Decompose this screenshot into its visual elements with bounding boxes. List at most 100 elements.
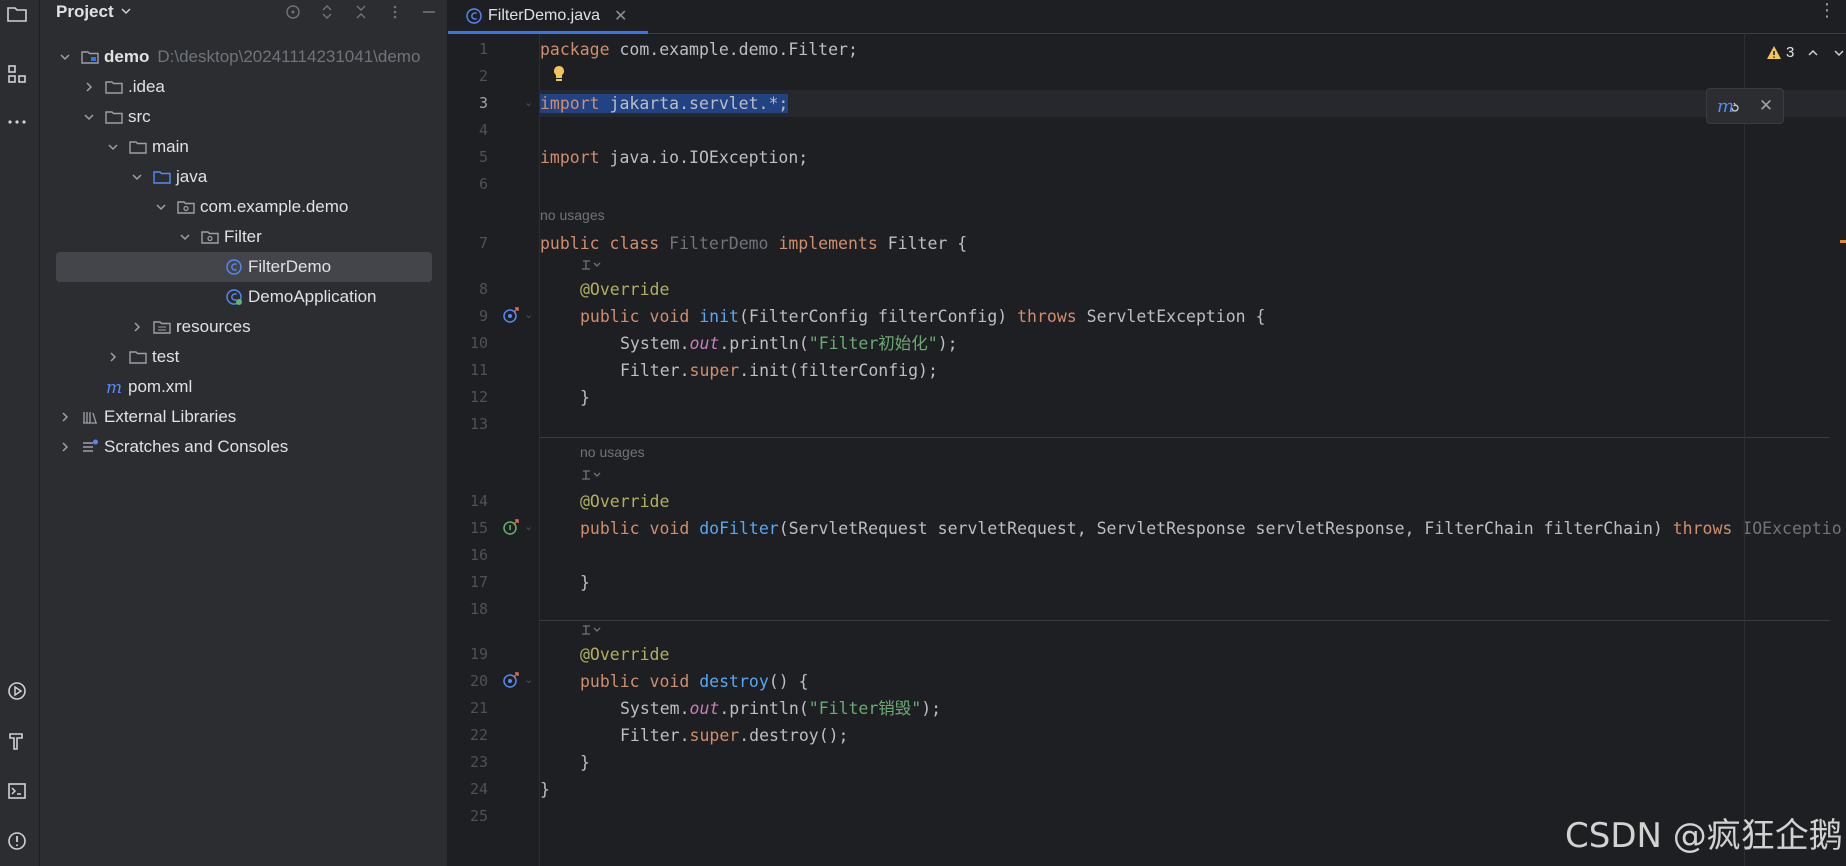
watermark: CSDN @疯狂企鹅 bbox=[1565, 816, 1843, 856]
chevron-right-icon[interactable] bbox=[82, 80, 96, 94]
chevron-down-icon[interactable] bbox=[58, 50, 72, 64]
ai-hint-inlay-icon[interactable] bbox=[580, 258, 608, 272]
fold-chevron-icon[interactable]: ⌄ bbox=[524, 308, 533, 321]
chevron-right-icon[interactable] bbox=[130, 320, 144, 334]
code-line-3: import jakarta.servlet.*; bbox=[540, 94, 789, 113]
tool-window-strip bbox=[0, 0, 40, 866]
project-tool-icon[interactable] bbox=[3, 0, 31, 28]
chevron-down-icon[interactable] bbox=[130, 170, 144, 184]
project-path-hint: D:\desktop\20241114231041\demo bbox=[157, 47, 421, 66]
tree-item-package[interactable]: com.example.demo bbox=[154, 192, 348, 222]
tab-label: FilterDemo.java bbox=[488, 6, 601, 24]
tree-item-pom[interactable]: m pom.xml bbox=[104, 372, 192, 402]
fold-chevron-icon[interactable]: ⌄ bbox=[524, 96, 533, 109]
warning-scroll-marker[interactable] bbox=[1840, 240, 1846, 243]
folder-icon bbox=[128, 137, 148, 157]
line-number: 21 bbox=[469, 699, 488, 717]
code-line-21: System.out.println("Filter销毁"); bbox=[620, 699, 942, 718]
ai-hint-inlay-icon[interactable] bbox=[580, 468, 608, 482]
usages-inlay[interactable]: no usages bbox=[540, 207, 605, 223]
maven-icon: m bbox=[104, 377, 124, 397]
tree-item-demoapplication[interactable]: DemoApplication bbox=[224, 282, 377, 312]
tree-item-test[interactable]: test bbox=[106, 342, 179, 372]
maven-reload-icon[interactable]: m bbox=[1717, 96, 1739, 116]
chevron-down-icon[interactable] bbox=[82, 110, 96, 124]
close-icon[interactable]: ✕ bbox=[614, 6, 627, 26]
intention-bulb-icon[interactable] bbox=[550, 64, 568, 84]
tree-item-external-libraries[interactable]: External Libraries bbox=[58, 402, 236, 432]
project-view-selector[interactable]: Project bbox=[56, 0, 132, 24]
collapse-all-icon[interactable] bbox=[351, 2, 371, 22]
editor-tab-bar: FilterDemo.java ✕ ⋮ bbox=[448, 0, 1846, 34]
chevron-right-icon[interactable] bbox=[58, 440, 72, 454]
implements-method-icon[interactable] bbox=[502, 671, 520, 689]
code-line-11: Filter.super.init(filterConfig); bbox=[620, 361, 938, 380]
locate-file-icon[interactable] bbox=[283, 2, 303, 22]
editor-options-kebab-icon[interactable]: ⋮ bbox=[1818, 0, 1836, 24]
hide-panel-icon[interactable] bbox=[419, 2, 439, 22]
tree-item-filterdemo[interactable]: FilterDemo bbox=[56, 252, 432, 282]
line-number: 16 bbox=[469, 546, 488, 564]
chevron-down-icon[interactable] bbox=[154, 200, 168, 214]
tree-item-label: test bbox=[152, 347, 180, 366]
fold-chevron-icon[interactable]: ⌄ bbox=[524, 673, 533, 686]
line-number: 1 bbox=[478, 40, 488, 58]
svg-text:m: m bbox=[1717, 96, 1734, 116]
tree-item-label: main bbox=[152, 137, 189, 156]
close-icon[interactable]: ✕ bbox=[1759, 96, 1773, 116]
line-number: 17 bbox=[469, 573, 488, 591]
code-line-9: public void init(FilterConfig filterConf… bbox=[580, 307, 1266, 326]
code-line-8: @Override bbox=[580, 280, 670, 299]
line-number: 14 bbox=[469, 492, 488, 510]
code-line-23: } bbox=[580, 753, 590, 772]
line-number: 23 bbox=[469, 753, 488, 771]
line-number: 4 bbox=[478, 121, 488, 139]
tree-item-resources[interactable]: resources bbox=[130, 312, 251, 342]
tree-item-main[interactable]: main bbox=[106, 132, 189, 162]
code-area[interactable]: package com.example.demo.Filter; import … bbox=[540, 34, 1846, 866]
chevron-down-icon[interactable] bbox=[1832, 46, 1846, 60]
expand-all-icon[interactable] bbox=[317, 2, 337, 22]
tree-item-java[interactable]: java bbox=[130, 162, 207, 192]
chevron-up-icon[interactable] bbox=[1806, 46, 1820, 60]
build-hammer-icon[interactable] bbox=[3, 727, 31, 755]
terminal-icon[interactable] bbox=[3, 777, 31, 805]
tree-item-label: .idea bbox=[128, 77, 165, 96]
line-number: 19 bbox=[469, 645, 488, 663]
chevron-right-icon[interactable] bbox=[58, 410, 72, 424]
code-line-15: public void doFilter(ServletRequest serv… bbox=[580, 519, 1842, 538]
tree-item-demo[interactable]: demo D:\desktop\20241114231041\demo bbox=[58, 42, 420, 72]
code-line-24: } bbox=[540, 780, 550, 799]
tree-item-scratches[interactable]: Scratches and Consoles bbox=[58, 432, 288, 462]
tree-item-src[interactable]: src bbox=[82, 102, 151, 132]
run-tool-icon[interactable] bbox=[3, 677, 31, 705]
structure-tool-icon[interactable] bbox=[3, 60, 31, 88]
more-tools-icon[interactable] bbox=[3, 108, 31, 136]
code-line-1: package com.example.demo.Filter; bbox=[540, 40, 858, 59]
warning-icon bbox=[1767, 45, 1781, 59]
options-kebab-icon[interactable] bbox=[385, 2, 405, 22]
inspection-widget[interactable]: 3 bbox=[1766, 44, 1846, 61]
line-number: 2 bbox=[478, 67, 488, 85]
tree-item-idea[interactable]: .idea bbox=[82, 72, 165, 102]
tree-item-label: pom.xml bbox=[128, 377, 193, 396]
line-number: 6 bbox=[478, 175, 488, 193]
ai-hint-inlay-icon[interactable] bbox=[580, 623, 608, 637]
line-number: 11 bbox=[469, 361, 488, 379]
line-number: 7 bbox=[478, 234, 488, 252]
implements-method-icon[interactable] bbox=[502, 518, 520, 536]
code-line-20: public void destroy() { bbox=[580, 672, 809, 691]
chevron-right-icon[interactable] bbox=[106, 350, 120, 364]
chevron-down-icon[interactable] bbox=[178, 230, 192, 244]
source-folder-icon bbox=[152, 167, 172, 187]
implements-method-icon[interactable] bbox=[502, 306, 520, 324]
tab-filterdemo[interactable]: FilterDemo.java ✕ bbox=[448, 0, 648, 34]
chevron-down-icon[interactable] bbox=[106, 140, 120, 154]
tree-item-filter-package[interactable]: Filter bbox=[178, 222, 262, 252]
folder-icon bbox=[104, 107, 124, 127]
fold-chevron-icon[interactable]: ⌄ bbox=[524, 520, 533, 533]
usages-inlay[interactable]: no usages bbox=[580, 444, 645, 460]
problems-icon[interactable] bbox=[3, 827, 31, 855]
line-number: 10 bbox=[469, 334, 488, 352]
project-panel: Project demo D:\desktop\20241114231041\d… bbox=[40, 0, 448, 866]
